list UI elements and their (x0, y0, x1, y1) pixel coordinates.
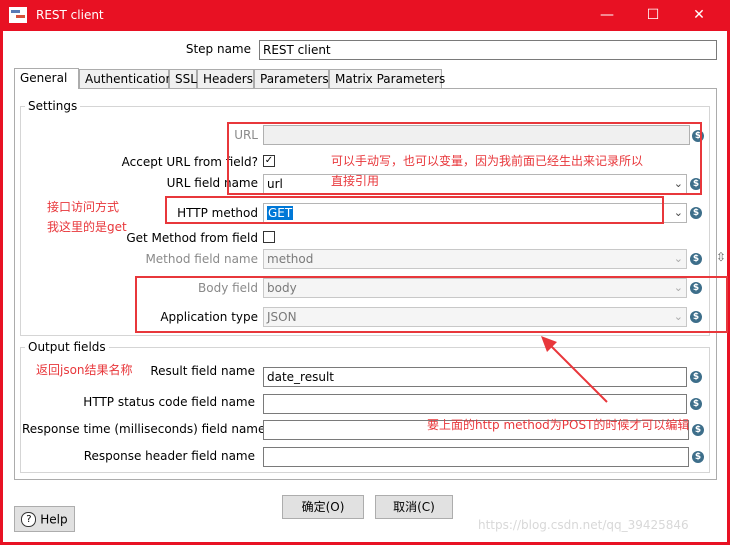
step-name-input[interactable]: REST client (259, 40, 717, 60)
cancel-button[interactable]: 取消(C) (375, 495, 453, 519)
ok-button[interactable]: 确定(O) (282, 495, 364, 519)
tab-headers[interactable]: Headers (197, 69, 254, 88)
maximize-button[interactable]: ☐ (641, 4, 665, 26)
annotation-method-note-line2: 我这里的是get (47, 220, 127, 234)
help-icon: ? (21, 512, 37, 527)
title-bar: REST client — ☐ ✕ (0, 0, 730, 31)
tab-ssl[interactable]: SSL (169, 69, 197, 88)
annotation-box-body-type (135, 276, 728, 333)
annotation-box-http-method (165, 196, 664, 224)
annotation-post-note: 要上面的http method为POST的时候才可以编辑 (427, 418, 690, 432)
output-fields-group-title: Output fields (25, 340, 109, 354)
variable-icon[interactable]: $ (690, 371, 702, 383)
variable-icon[interactable]: $ (692, 451, 704, 463)
variable-icon[interactable]: $ (690, 398, 702, 410)
response-time-field-label: Response time (milliseconds) field name (22, 422, 266, 436)
settings-group-title: Settings (25, 99, 81, 113)
tab-matrix-parameters[interactable]: Matrix Parameters (329, 69, 445, 88)
spoon-app-icon (9, 7, 27, 23)
method-field-name-label: Method field name (145, 252, 258, 266)
help-button-label: Help (40, 512, 68, 527)
window-title: REST client (36, 8, 104, 22)
watermark: https://blog.csdn.net/qq_39425846 (478, 518, 689, 532)
step-name-label: Step name (185, 42, 251, 56)
annotation-arrow (541, 336, 608, 403)
status-code-field-input[interactable] (263, 394, 687, 414)
chevron-down-icon[interactable]: ⌄ (674, 205, 683, 221)
variable-icon[interactable]: $ (690, 207, 702, 219)
resize-grip-icon[interactable]: ⇳ (716, 250, 726, 264)
variable-icon[interactable]: $ (690, 253, 702, 265)
chevron-down-icon[interactable]: ⌄ (674, 251, 683, 267)
annotation-url-note-line2: 直接引用 (331, 174, 380, 188)
response-header-field-input[interactable] (263, 447, 689, 467)
tab-authentication[interactable]: Authentication (79, 69, 173, 88)
annotation-method-note-line1: 接口访问方式 (47, 200, 120, 214)
tab-general[interactable]: General (14, 68, 79, 89)
response-header-field-label: Response header field name (83, 449, 255, 463)
close-button[interactable]: ✕ (687, 4, 711, 26)
minimize-button[interactable]: — (595, 4, 619, 26)
result-field-input[interactable]: date_result (263, 367, 687, 387)
help-button[interactable]: ? Help (14, 506, 75, 532)
annotation-json-note: 返回json结果名称 (36, 363, 133, 377)
get-method-checkbox[interactable] (263, 231, 275, 243)
window-border-left (0, 31, 3, 545)
variable-icon[interactable]: $ (692, 424, 704, 436)
tab-parameters[interactable]: Parameters (254, 69, 329, 88)
method-field-name-combo[interactable]: method ⌄ (263, 249, 687, 269)
status-code-field-label: HTTP status code field name (83, 395, 255, 409)
method-field-name-value: method (267, 252, 314, 266)
annotation-url-note-line1: 可以手动写，也可以变量，因为我前面已经生出来记录所以 (331, 154, 644, 168)
